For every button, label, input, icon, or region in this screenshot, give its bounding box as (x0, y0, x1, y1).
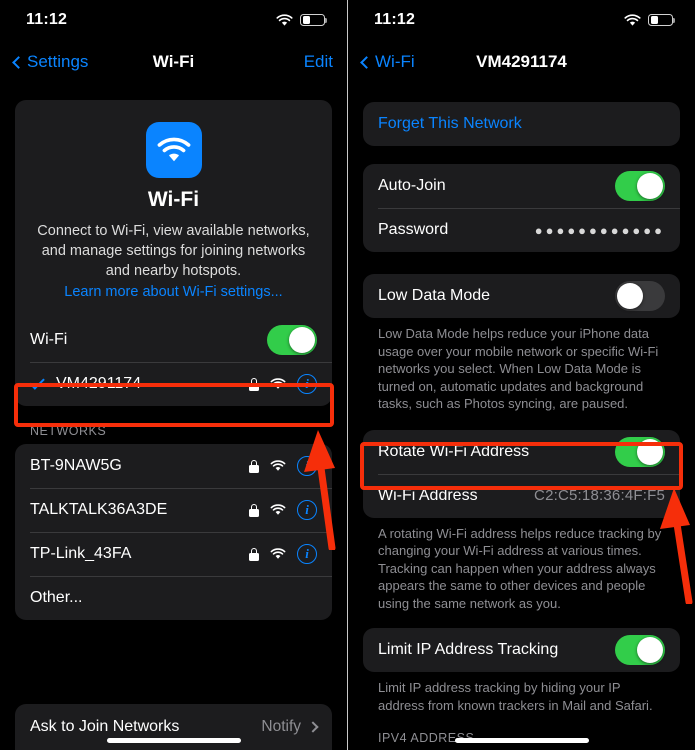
network-settings-card: Auto-Join Password ●●●●●●●●●●●● (363, 164, 680, 252)
status-indicators (276, 13, 328, 27)
limit-ip-tracking-row[interactable]: Limit IP Address Tracking (363, 628, 680, 672)
lock-icon (249, 377, 259, 391)
hero-title: Wi-Fi (147, 188, 200, 211)
wifi-toggle[interactable] (267, 325, 317, 355)
limit-ip-tracking-toggle[interactable] (615, 635, 665, 665)
wifi-signal-icon (270, 378, 286, 389)
chevron-left-icon (360, 55, 373, 69)
wifi-icon (624, 13, 641, 26)
wifi-address-value: C2:C5:18:36:4F:F5 (534, 487, 665, 504)
left-phone-screen: 11:12 Settings Wi-Fi Edit Wi-Fi Connect … (0, 0, 347, 750)
learn-more-link[interactable]: Learn more about Wi-Fi settings... (33, 282, 314, 302)
low-data-mode-toggle[interactable] (615, 281, 665, 311)
back-button-label: Settings (27, 52, 89, 71)
back-button-wifi[interactable]: Wi-Fi (360, 52, 415, 72)
wifi-signal-icon (270, 460, 286, 471)
network-icons: i (249, 500, 317, 520)
info-circle-icon[interactable]: i (297, 456, 317, 476)
network-name: TALKTALK36A3DE (30, 501, 168, 518)
limit-ip-tracking-footer: Limit IP address tracking by hiding your… (378, 680, 653, 713)
battery-icon (648, 13, 676, 27)
low-data-mode-card: Low Data Mode (363, 274, 680, 318)
ask-to-join-card: Ask to Join Networks Notify (15, 704, 332, 750)
connected-network-name: VM4291174 (56, 375, 142, 392)
low-data-mode-row[interactable]: Low Data Mode (363, 274, 680, 318)
connected-network-icons: i (249, 374, 317, 394)
chevron-left-icon (12, 55, 25, 69)
wifi-hero: Wi-Fi Connect to Wi-Fi, view available n… (15, 100, 332, 318)
info-circle-icon[interactable]: i (297, 544, 317, 564)
network-name: BT-9NAW5G (30, 457, 122, 474)
password-value: ●●●●●●●●●●●● (534, 222, 665, 238)
network-row-0[interactable]: BT-9NAW5G i (15, 444, 332, 488)
ask-to-join-value: Notify (261, 718, 301, 735)
ask-to-join-label: Ask to Join Networks (30, 718, 180, 735)
rotate-wifi-address-label: Rotate Wi-Fi Address (378, 442, 530, 460)
auto-join-toggle[interactable] (615, 171, 665, 201)
wifi-address-row: Wi-Fi Address C2:C5:18:36:4F:F5 (363, 473, 680, 518)
limit-ip-tracking-label: Limit IP Address Tracking (378, 641, 559, 658)
network-row-1[interactable]: TALKTALK36A3DE i (15, 488, 332, 532)
dual-screenshot: 11:12 Settings Wi-Fi Edit Wi-Fi Connect … (0, 0, 695, 750)
ask-to-join-row[interactable]: Ask to Join Networks Notify (15, 704, 332, 750)
wifi-icon (276, 13, 293, 26)
checkmark-icon (29, 374, 45, 390)
right-phone-screen: 11:12 Wi-Fi VM4291174 Forget This Networ… (348, 0, 695, 750)
edit-button[interactable]: Edit (304, 52, 333, 72)
network-name: TP-Link_43FA (30, 545, 132, 562)
forget-network-label: Forget This Network (378, 115, 522, 132)
auto-join-row[interactable]: Auto-Join (363, 164, 680, 208)
chevron-right-icon (307, 721, 319, 733)
rotate-wifi-address-toggle[interactable] (615, 436, 665, 467)
lock-icon (249, 459, 259, 473)
home-indicator (106, 738, 241, 743)
status-time: 11:12 (26, 11, 68, 28)
rotate-address-footer: A rotating Wi-Fi address helps reduce tr… (378, 525, 662, 611)
info-circle-icon[interactable]: i (297, 500, 317, 520)
rotate-address-card: Rotate Wi-Fi Address Wi-Fi Address C2:C5… (363, 429, 680, 518)
password-row[interactable]: Password ●●●●●●●●●●●● (363, 208, 680, 252)
connected-network-row[interactable]: VM4291174 i (15, 362, 332, 406)
password-label: Password (378, 221, 449, 238)
home-indicator (454, 738, 589, 743)
back-button-label: Wi-Fi (375, 52, 415, 71)
navigation-bar: Wi-Fi VM4291174 (348, 40, 695, 84)
wifi-signal-icon (270, 504, 286, 515)
forget-network-row[interactable]: Forget This Network (363, 102, 680, 146)
status-bar: 11:12 (348, 0, 695, 40)
wifi-toggle-row[interactable]: Wi-Fi (15, 318, 332, 362)
network-icons: i (249, 456, 317, 476)
lock-icon (249, 547, 259, 561)
status-indicators (624, 13, 676, 27)
network-icons: i (249, 544, 317, 564)
wifi-app-icon (145, 122, 202, 178)
low-data-mode-footer: Low Data Mode helps reduce your iPhone d… (378, 326, 659, 411)
low-data-mode-label: Low Data Mode (378, 287, 491, 304)
wifi-glyph-icon (157, 137, 190, 161)
back-button-settings[interactable]: Settings (12, 52, 89, 72)
battery-icon (300, 13, 328, 27)
wifi-signal-icon (270, 548, 286, 559)
network-row-2[interactable]: TP-Link_43FA i (15, 532, 332, 576)
info-circle-icon[interactable]: i (297, 374, 317, 394)
hero-description: Connect to Wi-Fi, view available network… (37, 223, 310, 279)
networks-section-header: NETWORKS (30, 424, 107, 438)
status-time: 11:12 (374, 11, 416, 28)
rotate-wifi-address-row[interactable]: Rotate Wi-Fi Address (363, 430, 680, 474)
wifi-main-card: Wi-Fi Connect to Wi-Fi, view available n… (15, 100, 332, 406)
network-row-other[interactable]: Other... (15, 576, 332, 620)
wifi-toggle-label: Wi-Fi (30, 331, 68, 348)
auto-join-label: Auto-Join (378, 177, 446, 194)
limit-ip-tracking-card: Limit IP Address Tracking (363, 628, 680, 672)
status-bar: 11:12 (0, 0, 347, 40)
forget-network-card: Forget This Network (363, 102, 680, 146)
lock-icon (249, 503, 259, 517)
wifi-address-label: Wi-Fi Address (378, 486, 478, 504)
navigation-bar: Settings Wi-Fi Edit (0, 40, 347, 84)
network-name: Other... (30, 589, 83, 606)
available-networks-card: BT-9NAW5G i TALKTALK36A3DE i TP-Link_43F… (15, 444, 332, 620)
